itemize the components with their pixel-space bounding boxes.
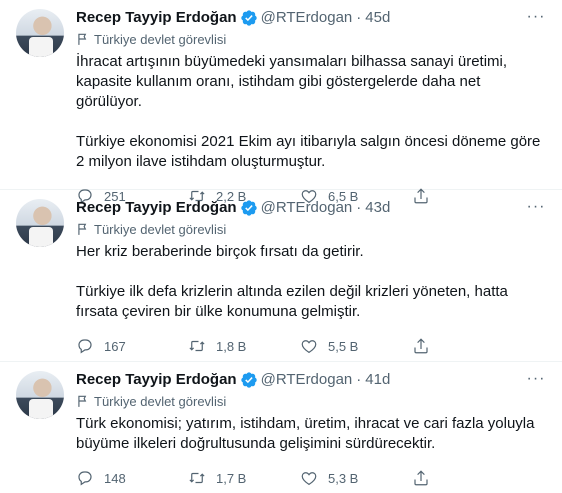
tweet[interactable]: Recep Tayyip Erdoğan @RTErdogan · 43d Tü…	[0, 190, 562, 362]
avatar-column	[16, 198, 72, 361]
more-icon[interactable]: ···	[526, 199, 546, 220]
tweet-body: Recep Tayyip Erdoğan @RTErdogan · 43d Tü…	[72, 198, 546, 361]
reply-button[interactable]: 167	[76, 337, 188, 355]
tweet-body: Recep Tayyip Erdoğan @RTErdogan · 45d Tü…	[72, 8, 546, 204]
retweet-button[interactable]: 1,7 B	[188, 469, 300, 487]
reply-icon	[78, 471, 92, 486]
timestamp[interactable]: 43d	[365, 198, 390, 218]
retweet-count: 1,7 B	[216, 470, 247, 486]
tweet-actions: 148 1,7 B 5,3 B	[76, 462, 546, 493]
author-name[interactable]: Recep Tayyip Erdoğan	[76, 370, 237, 390]
tweet-paragraph: Türkiye ekonomisi 2021 Ekim ayı itibarıy…	[76, 133, 541, 170]
share-icon	[414, 338, 428, 354]
retweet-button[interactable]: 1,8 B	[188, 337, 300, 355]
author-name[interactable]: Recep Tayyip Erdoğan	[76, 198, 237, 218]
account-label: Türkiye devlet görevlisi	[76, 29, 546, 49]
tweet[interactable]: Recep Tayyip Erdoğan @RTErdogan · 45d Tü…	[0, 0, 562, 204]
tweet-body: Recep Tayyip Erdoğan @RTErdogan · 41d Tü…	[72, 370, 546, 493]
tweet[interactable]: Recep Tayyip Erdoğan @RTErdogan · 41d Tü…	[0, 362, 562, 493]
verified-badge-icon	[240, 372, 257, 388]
tweet-text: Her kriz beraberinde birçok fırsatı da g…	[76, 242, 546, 322]
avatar-column	[16, 8, 72, 189]
share-button[interactable]	[412, 469, 452, 487]
verified-badge-icon	[240, 10, 257, 26]
flag-icon	[78, 33, 87, 45]
separator-dot: ·	[356, 371, 362, 388]
tweet-actions: 167 1,8 B 5,5 B	[76, 330, 546, 362]
author-name[interactable]: Recep Tayyip Erdoğan	[76, 8, 237, 28]
share-button[interactable]	[412, 337, 452, 355]
avatar[interactable]	[16, 199, 64, 247]
timestamp[interactable]: 41d	[365, 370, 390, 390]
like-button[interactable]: 5,5 B	[300, 337, 412, 355]
like-count: 5,5 B	[328, 338, 359, 354]
flag-icon	[78, 395, 87, 407]
timestamp[interactable]: 45d	[365, 8, 390, 28]
retweet-icon	[189, 340, 205, 352]
separator-dot: ·	[356, 199, 362, 216]
reply-count: 167	[104, 338, 126, 354]
author-handle[interactable]: @RTErdogan	[261, 8, 353, 28]
reply-icon	[78, 339, 92, 354]
author-handle[interactable]: @RTErdogan	[261, 370, 353, 390]
avatar-column	[16, 370, 72, 493]
separator-dot: ·	[356, 9, 362, 26]
tweet-paragraph: İhracat artışının büyümedeki yansımaları…	[76, 53, 508, 110]
tweet-paragraph: Her kriz beraberinde birçok fırsatı da g…	[76, 243, 364, 260]
account-label-text: Türkiye devlet görevlisi	[94, 393, 227, 409]
verified-badge-icon	[240, 200, 257, 216]
like-button[interactable]: 5,3 B	[300, 469, 412, 487]
account-label-text: Türkiye devlet görevlisi	[94, 31, 227, 47]
tweet-header: Recep Tayyip Erdoğan @RTErdogan · 43d	[76, 198, 546, 218]
avatar[interactable]	[16, 371, 64, 419]
avatar[interactable]	[16, 9, 64, 57]
flag-icon	[78, 223, 87, 235]
reply-count: 148	[104, 470, 126, 486]
like-count: 5,3 B	[328, 470, 359, 486]
reply-button[interactable]: 148	[76, 469, 188, 487]
account-label: Türkiye devlet görevlisi	[76, 391, 546, 411]
tweet-header: Recep Tayyip Erdoğan @RTErdogan · 45d	[76, 8, 546, 28]
heart-icon	[301, 472, 317, 486]
retweet-count: 1,8 B	[216, 338, 247, 354]
tweet-header: Recep Tayyip Erdoğan @RTErdogan · 41d	[76, 370, 546, 390]
account-label-text: Türkiye devlet görevlisi	[94, 221, 227, 237]
more-icon[interactable]: ···	[526, 371, 546, 392]
author-handle[interactable]: @RTErdogan	[261, 198, 353, 218]
tweet-paragraph: Türkiye ilk defa krizlerin altında ezile…	[76, 283, 508, 320]
tweet-text: İhracat artışının büyümedeki yansımaları…	[76, 52, 546, 172]
share-icon	[414, 470, 428, 486]
tweet-text: Türk ekonomisi; yatırım, istihdam, üreti…	[76, 414, 546, 454]
more-icon[interactable]: ···	[526, 9, 546, 30]
retweet-icon	[189, 472, 205, 484]
tweet-paragraph: Türk ekonomisi; yatırım, istihdam, üreti…	[76, 415, 535, 452]
account-label: Türkiye devlet görevlisi	[76, 219, 546, 239]
heart-icon	[301, 340, 317, 354]
